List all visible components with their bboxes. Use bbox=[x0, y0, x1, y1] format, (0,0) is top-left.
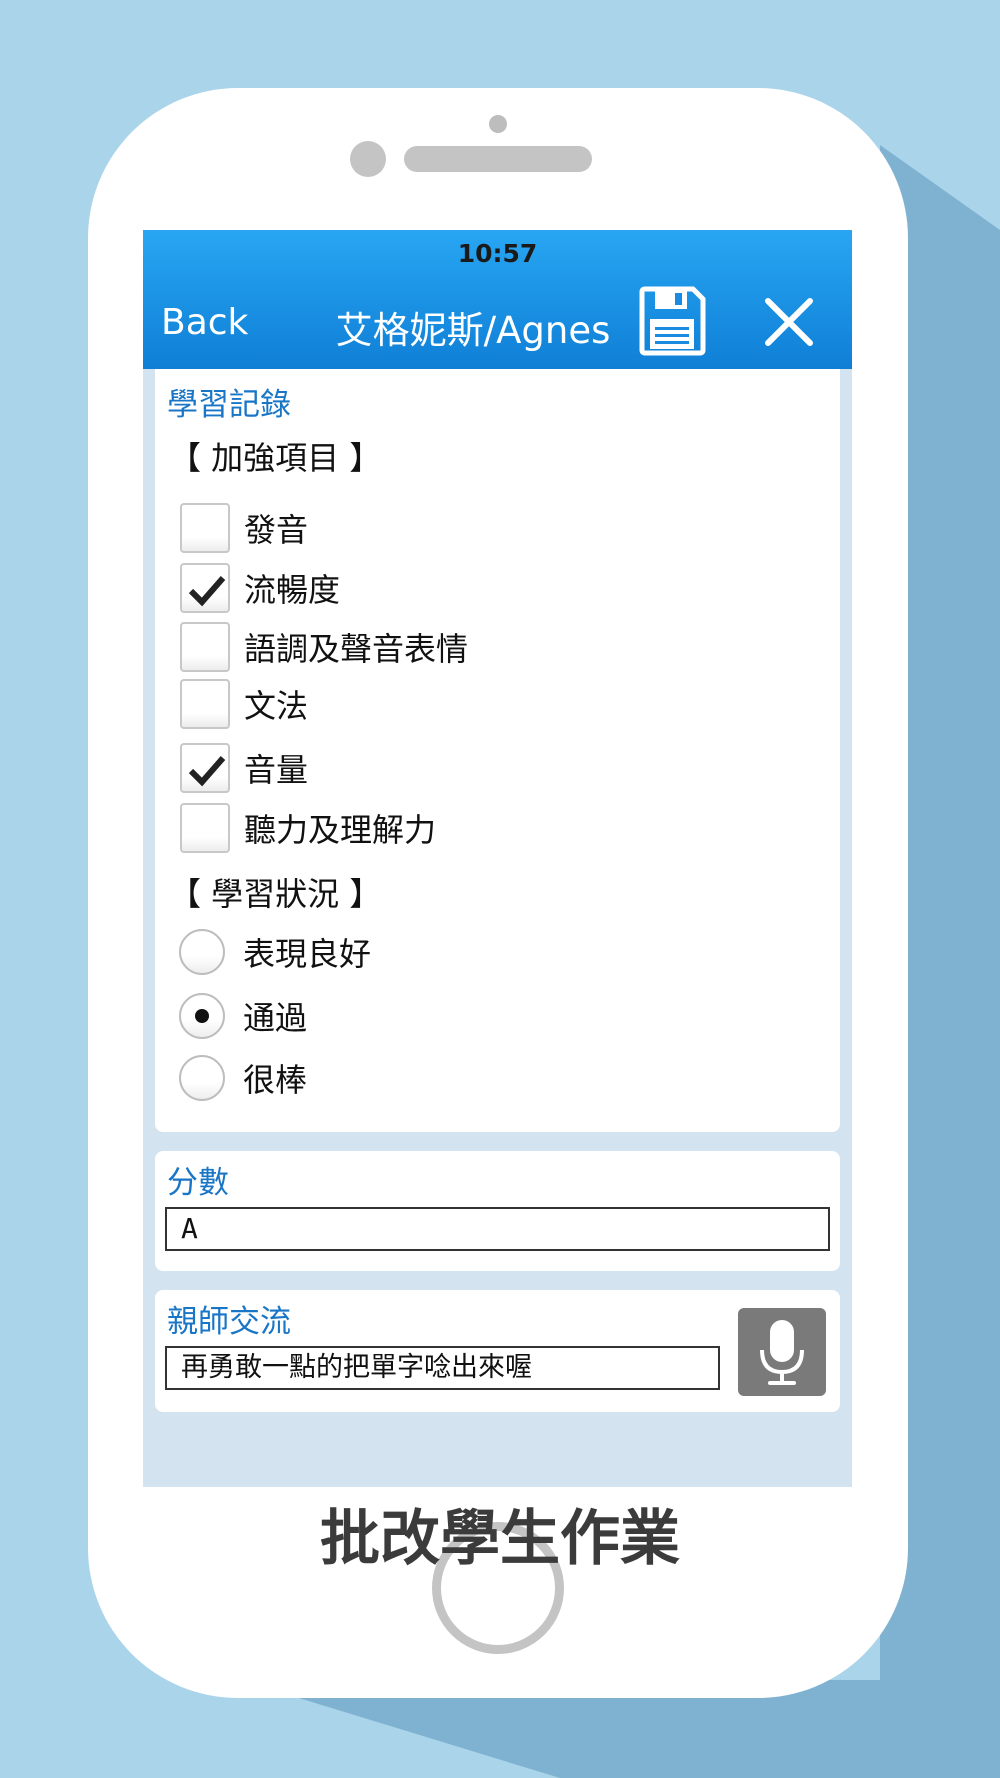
checkbox[interactable] bbox=[180, 563, 230, 613]
checkbox-row-intonation[interactable]: 語調及聲音表情 bbox=[180, 620, 468, 674]
checkbox-row-listening[interactable]: 聽力及理解力 bbox=[180, 801, 436, 855]
score-input[interactable]: A bbox=[165, 1207, 830, 1251]
checkbox-label: 音量 bbox=[244, 751, 309, 789]
page-title: 艾格妮斯/Agnes bbox=[335, 309, 611, 352]
phone-screen: 10:57 Back 艾格妮斯/Agnes 學習記錄 【 加強項目 】 發音 流 bbox=[143, 230, 852, 1487]
caption: 批改學生作業 bbox=[320, 1504, 680, 1574]
score-title: 分數 bbox=[167, 1165, 229, 1201]
checkmark-icon bbox=[188, 576, 226, 607]
close-icon[interactable] bbox=[763, 296, 815, 348]
microphone-button[interactable] bbox=[738, 1308, 826, 1396]
checkbox-label: 流暢度 bbox=[244, 571, 341, 609]
checkmark-icon bbox=[188, 756, 226, 787]
radio-row-good[interactable]: 表現良好 bbox=[179, 925, 372, 979]
communication-card: 親師交流 再勇敢一點的把單字唸出來喔 bbox=[155, 1290, 840, 1412]
checkbox-label: 文法 bbox=[244, 687, 309, 725]
checkbox-row-volume[interactable]: 音量 bbox=[180, 741, 308, 795]
radio-label: 表現良好 bbox=[243, 935, 372, 973]
radio-row-pass[interactable]: 通過 bbox=[179, 989, 308, 1043]
radio-button[interactable] bbox=[179, 929, 225, 975]
floppy-disk-icon[interactable] bbox=[638, 286, 706, 356]
checkbox-row-pronunciation[interactable]: 發音 bbox=[180, 501, 308, 555]
checkbox[interactable] bbox=[180, 503, 230, 553]
radio-label: 通過 bbox=[243, 999, 308, 1037]
microphone-icon bbox=[760, 1320, 804, 1385]
radio-label: 很棒 bbox=[243, 1061, 308, 1099]
radio-button[interactable] bbox=[179, 993, 225, 1039]
checkbox-label: 聽力及理解力 bbox=[244, 811, 437, 849]
checkbox[interactable] bbox=[180, 743, 230, 793]
checkbox[interactable] bbox=[180, 803, 230, 853]
status-bar-time: 10:57 bbox=[457, 239, 538, 268]
learning-record-card: 學習記錄 【 加強項目 】 發音 流暢度 語調及聲音表情 文法 音量 聽力及理解… bbox=[155, 369, 840, 1132]
checkbox-label: 發音 bbox=[244, 511, 309, 549]
back-button[interactable]: Back bbox=[161, 302, 248, 343]
checkbox-row-fluency[interactable]: 流暢度 bbox=[180, 561, 340, 615]
phone-sensor-dot bbox=[489, 115, 507, 133]
communication-title: 親師交流 bbox=[167, 1304, 291, 1340]
focus-items-label: 【 加強項目 】 bbox=[169, 439, 382, 477]
communication-input[interactable]: 再勇敢一點的把單字唸出來喔 bbox=[165, 1346, 720, 1390]
phone-speaker bbox=[404, 146, 592, 172]
radio-row-great[interactable]: 很棒 bbox=[179, 1051, 308, 1105]
learning-status-label: 【 學習狀況 】 bbox=[169, 875, 382, 913]
phone-camera bbox=[350, 141, 386, 177]
learning-record-title: 學習記錄 bbox=[167, 387, 291, 423]
navigation-bar: 10:57 Back 艾格妮斯/Agnes bbox=[143, 230, 852, 369]
checkbox-label: 語調及聲音表情 bbox=[244, 630, 469, 668]
checkbox[interactable] bbox=[180, 679, 230, 729]
checkbox-row-grammar[interactable]: 文法 bbox=[180, 677, 308, 731]
radio-button[interactable] bbox=[179, 1055, 225, 1101]
radio-selected-dot bbox=[195, 1009, 209, 1023]
checkbox[interactable] bbox=[180, 622, 230, 672]
score-card: 分數 A bbox=[155, 1151, 840, 1271]
